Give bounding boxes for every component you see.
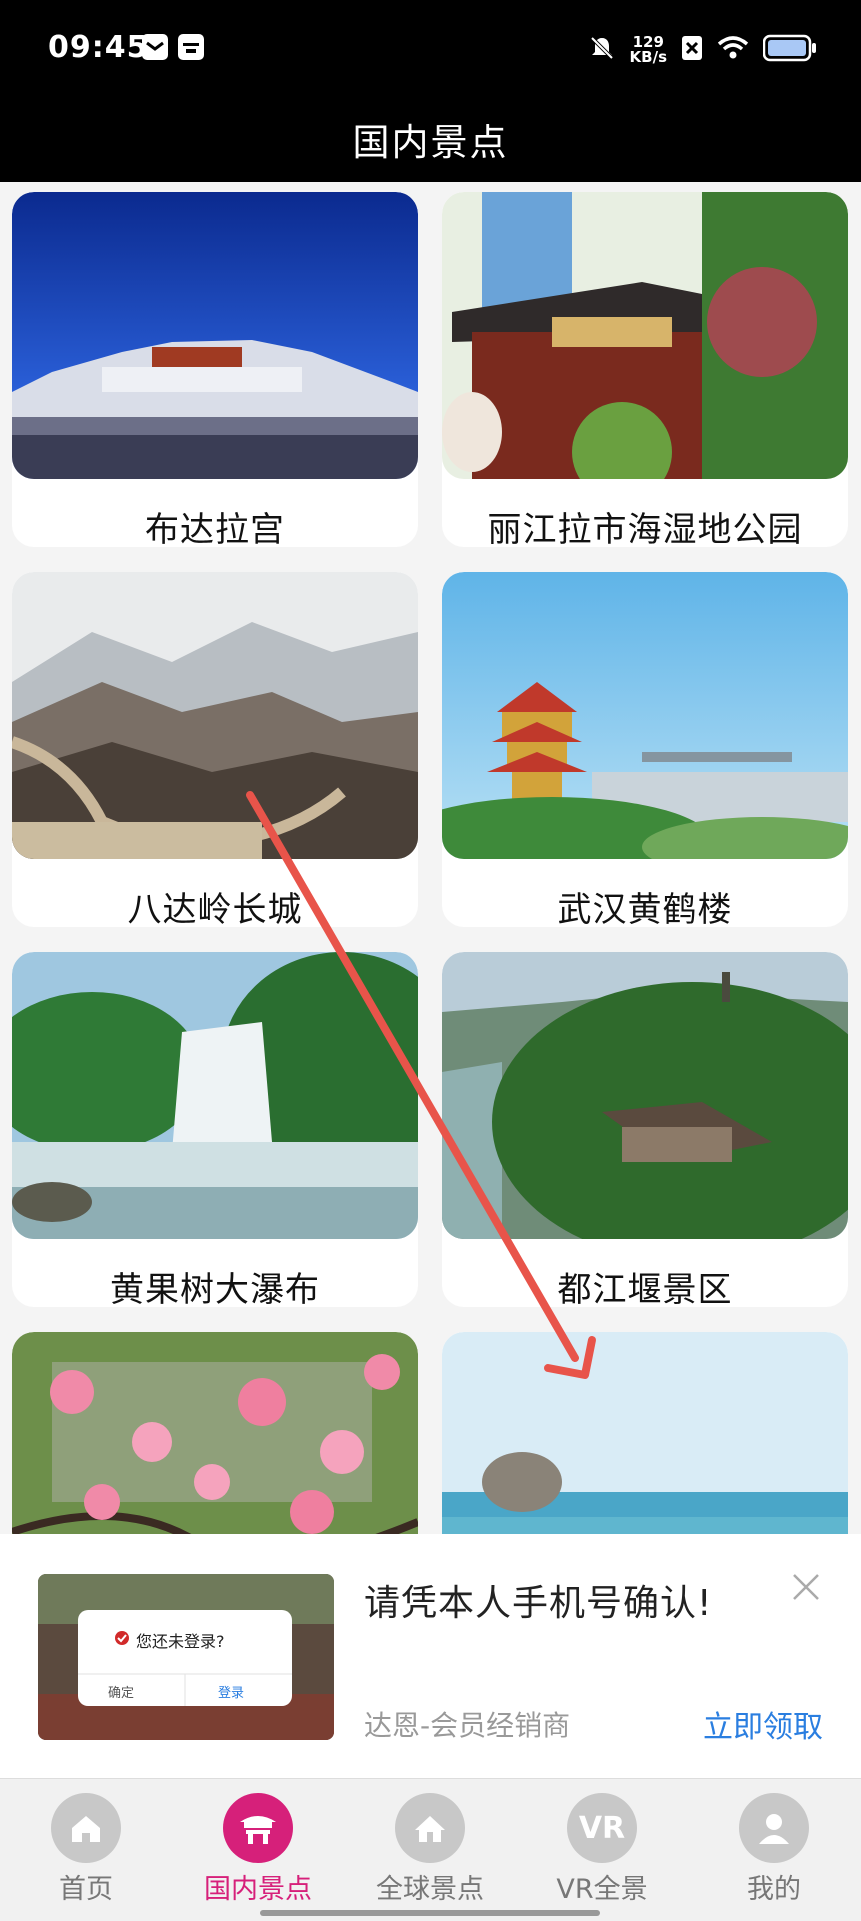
ad-thumbnail: 您还未登录? 确定 登录 (38, 1574, 334, 1740)
status-time: 09:45 (48, 30, 149, 65)
attraction-card[interactable]: 布达拉宫 (12, 192, 418, 547)
tab-vr[interactable]: VR VR全景 (516, 1793, 688, 1906)
calendar-icon (178, 34, 204, 60)
ad-dialog-message: 您还未登录? (136, 1632, 225, 1651)
attraction-photo (12, 572, 418, 859)
mute-icon (588, 34, 616, 66)
attraction-name: 布达拉宫 (145, 510, 285, 547)
vr-icon: VR (567, 1793, 637, 1863)
wifi-icon (717, 35, 749, 65)
header: 国内景点 (0, 100, 861, 182)
attractions-grid[interactable]: 布达拉宫 丽江拉市海湿地公园 八达岭长城 武汉黄鹤楼 黄果树大瀑布 都江堰景区 (12, 192, 850, 1534)
attraction-photo (12, 952, 418, 1239)
ad-source: 达恩-会员经销商 (364, 1709, 571, 1742)
tab-label: 首页 (59, 1874, 113, 1905)
ad-dialog-login: 登录 (218, 1686, 245, 1701)
attraction-photo (12, 192, 418, 479)
tab-label: 国内景点 (204, 1874, 312, 1905)
ad-banner[interactable]: 您还未登录? 确定 登录 请凭本人手机号确认! 达恩-会员经销商 立即领取 (0, 1534, 861, 1778)
tab-label: 我的 (747, 1874, 801, 1905)
status-right: 129 KB/s (588, 30, 817, 70)
net-speed-unit: KB/s (629, 48, 667, 66)
attraction-name: 黄果树大瀑布 (110, 1270, 320, 1307)
tab-domestic-attractions[interactable]: 国内景点 (172, 1793, 344, 1906)
attraction-card[interactable] (442, 1332, 848, 1534)
attraction-card[interactable] (12, 1332, 418, 1534)
attraction-name: 八达岭长城 (127, 890, 303, 927)
attraction-card[interactable]: 黄果树大瀑布 (12, 952, 418, 1307)
attraction-name: 丽江拉市海湿地公园 (487, 510, 803, 547)
attraction-photo (442, 572, 848, 859)
bottom-tab-bar: 首页 国内景点 全球景点 VR VR全景 我的 (0, 1778, 861, 1921)
attraction-card[interactable]: 八达岭长城 (12, 572, 418, 927)
attraction-photo (442, 1332, 848, 1534)
ad-dialog-confirm: 确定 (108, 1686, 135, 1701)
vr-icon-text: VR (578, 1810, 626, 1846)
attraction-photo (442, 192, 848, 479)
attraction-card[interactable]: 丽江拉市海湿地公园 (442, 192, 848, 547)
home-indicator[interactable] (260, 1910, 600, 1916)
attraction-photo (442, 952, 848, 1239)
attraction-photo (12, 1332, 418, 1534)
net-speed: 129 KB/s (630, 35, 667, 65)
tab-label: 全球景点 (376, 1874, 484, 1905)
sim-off-icon (681, 35, 703, 65)
close-icon[interactable] (791, 1572, 821, 1602)
attraction-name: 武汉黄鹤楼 (557, 890, 733, 927)
tab-home[interactable]: 首页 (0, 1793, 172, 1906)
attraction-card[interactable]: 都江堰景区 (442, 952, 848, 1307)
house-icon (395, 1793, 465, 1863)
status-bar: 09:45 129 KB/s (0, 0, 861, 100)
page-title: 国内景点 (352, 121, 509, 164)
attraction-card[interactable]: 武汉黄鹤楼 (442, 572, 848, 927)
battery-icon (762, 34, 817, 66)
pavilion-icon (223, 1793, 293, 1863)
home-icon (51, 1793, 121, 1863)
ad-claim-button[interactable]: 立即领取 (703, 1702, 823, 1746)
tab-mine[interactable]: 我的 (688, 1793, 860, 1906)
attraction-name: 都江堰景区 (557, 1270, 733, 1307)
ad-title: 请凭本人手机号确认! (364, 1583, 713, 1624)
user-icon (739, 1793, 809, 1863)
mail-icon (142, 34, 168, 60)
tab-label: VR全景 (556, 1874, 648, 1905)
tab-global-attractions[interactable]: 全球景点 (344, 1793, 516, 1906)
